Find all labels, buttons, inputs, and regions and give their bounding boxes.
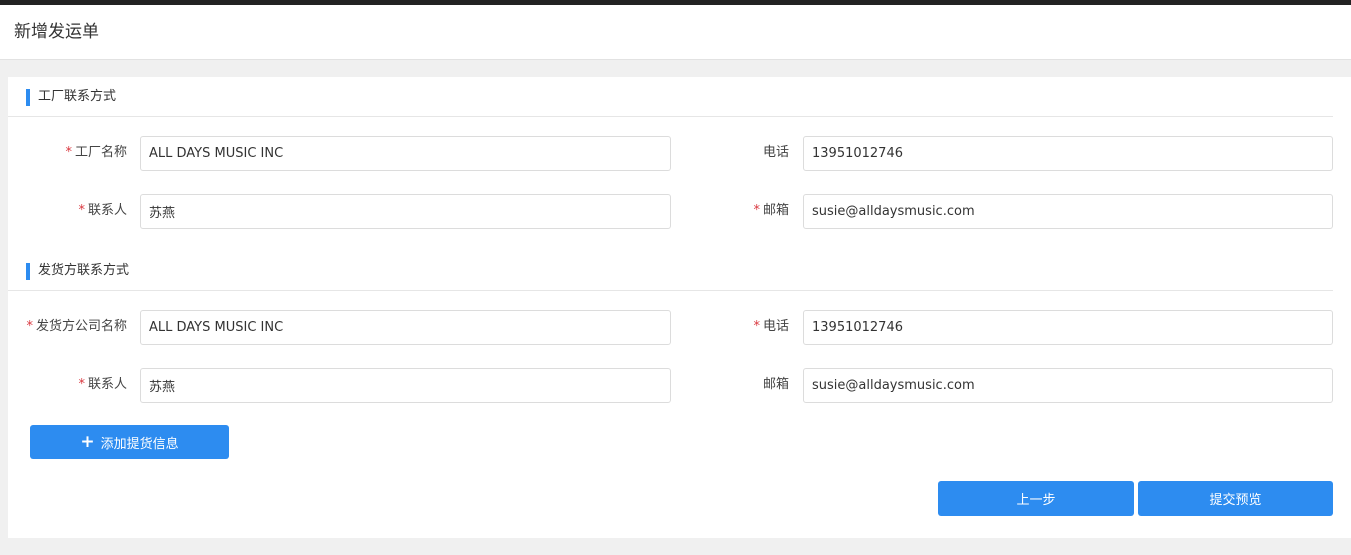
factory-contact-label: * 联系人: [78, 203, 127, 218]
required-mark: *: [26, 319, 33, 334]
shipper-section-header: 发货方联系方式: [8, 251, 1333, 291]
factory-name-label: * 工厂名称: [65, 145, 127, 160]
form-card: 工厂联系方式 *工厂名称 电话 *联系人 *邮箱 发货方联系方式 *发货方公司名…: [8, 77, 1351, 538]
factory-phone-input[interactable]: [803, 136, 1333, 171]
factory-phone-label: 电话: [762, 145, 789, 160]
shipper-contact-label: * 联系人: [78, 377, 127, 392]
shipper-company-input[interactable]: [140, 310, 671, 345]
plus-icon: +: [80, 431, 95, 452]
submit-preview-label: 提交预览: [1209, 493, 1262, 508]
required-mark: *: [78, 377, 85, 392]
factory-section-title: 工厂联系方式: [38, 89, 117, 104]
page-title: 新增发运单: [14, 22, 99, 42]
shipper-phone-input[interactable]: [803, 310, 1333, 345]
previous-step-label: 上一步: [1016, 493, 1056, 508]
shipper-phone-label: * 电话: [753, 319, 789, 334]
section-accent-bar: [26, 263, 30, 280]
factory-name-input[interactable]: [140, 136, 671, 171]
factory-email-input[interactable]: [803, 194, 1333, 229]
page-header: 新增发运单: [0, 5, 1351, 60]
shipper-company-label: * 发货方公司名称: [26, 319, 127, 334]
required-mark: *: [65, 145, 72, 160]
add-pickup-info-button[interactable]: + 添加提货信息: [30, 425, 229, 459]
add-pickup-info-label: 添加提货信息: [100, 436, 179, 452]
required-mark: *: [753, 319, 760, 334]
required-mark: *: [78, 203, 85, 218]
factory-email-label: * 邮箱: [753, 203, 789, 218]
submit-preview-button[interactable]: 提交预览: [1138, 481, 1333, 516]
section-accent-bar: [26, 89, 30, 106]
shipper-section-title: 发货方联系方式: [38, 263, 130, 278]
factory-contact-input[interactable]: [140, 194, 671, 229]
factory-section-header: 工厂联系方式: [8, 77, 1333, 117]
required-mark: *: [753, 203, 760, 218]
shipper-email-input[interactable]: [803, 368, 1333, 403]
shipper-contact-input[interactable]: [140, 368, 671, 403]
previous-step-button[interactable]: 上一步: [938, 481, 1134, 516]
shipper-email-label: 邮箱: [762, 377, 789, 392]
